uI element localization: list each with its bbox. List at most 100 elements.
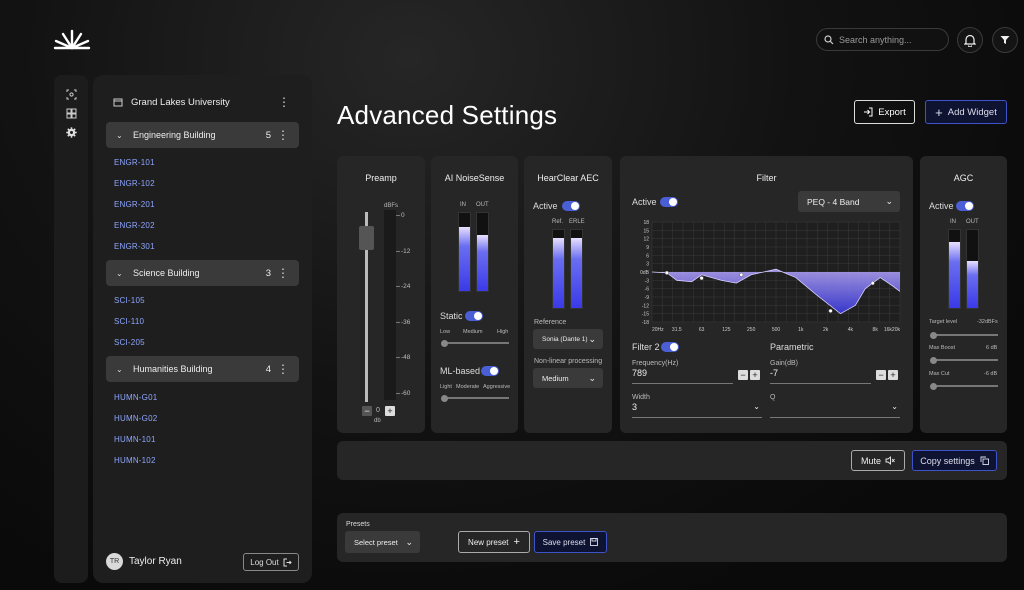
page-title: Advanced Settings: [337, 100, 558, 130]
org-header[interactable]: Grand Lakes University: [113, 95, 293, 109]
preamp-tick: [396, 286, 400, 287]
room-link[interactable]: ENGR-201: [114, 200, 155, 209]
frequency-field[interactable]: 789: [632, 368, 733, 384]
reference-select[interactable]: Sonia (Dante 1) ⌄: [533, 329, 603, 349]
eq-y-tick-label: 12: [643, 237, 649, 243]
eq-y-tick-label: -18: [642, 320, 649, 326]
bell-icon: [964, 34, 976, 47]
group-science[interactable]: ⌄ Science Building 3 ⋮: [106, 260, 299, 286]
logout-icon: [283, 558, 292, 566]
search-bar[interactable]: [816, 28, 949, 51]
org-name: Grand Lakes University: [131, 96, 230, 108]
agc-row-value: -6 dB: [984, 371, 998, 377]
group-more-icon[interactable]: ⋮: [277, 128, 289, 142]
static-slider-knob[interactable]: [441, 339, 448, 347]
scan-icon[interactable]: [63, 86, 79, 102]
room-link[interactable]: HUMN-102: [114, 456, 156, 465]
max-cut-slider[interactable]: [930, 382, 998, 390]
room-link[interactable]: HUMN-G01: [114, 393, 157, 402]
aec-active-label: Active: [533, 201, 558, 211]
gain-field[interactable]: -7: [770, 368, 871, 384]
user-profile[interactable]: TR Taylor Ryan: [106, 553, 182, 570]
logout-button[interactable]: Log Out: [243, 553, 299, 571]
group-count: 5: [265, 129, 271, 141]
room-link[interactable]: ENGR-101: [114, 158, 155, 167]
preamp-fader-handle[interactable]: [359, 226, 374, 250]
agc-active-toggle[interactable]: [956, 201, 974, 211]
preamp-tick: [396, 215, 400, 216]
search-input[interactable]: [839, 34, 939, 45]
target-level-slider[interactable]: [930, 331, 998, 339]
width-label: Width: [632, 394, 650, 401]
preset-select[interactable]: Select preset ⌄: [345, 531, 420, 553]
filter-icon: [1000, 36, 1010, 44]
noise-in-meter: [458, 212, 471, 292]
filter2-toggle[interactable]: [661, 342, 679, 352]
slider-knob[interactable]: [930, 331, 937, 339]
preamp-minus-button[interactable]: −: [362, 406, 372, 416]
ml-toggle[interactable]: [481, 366, 499, 376]
filter-active-toggle[interactable]: [660, 197, 678, 207]
settings-icon[interactable]: [63, 124, 79, 140]
width-select[interactable]: 3 ⌄: [632, 402, 762, 418]
slider-knob[interactable]: [930, 382, 937, 390]
aec-active-toggle[interactable]: [562, 201, 580, 211]
preamp-tick-label: -36: [401, 318, 411, 326]
room-link[interactable]: ENGR-102: [114, 179, 155, 188]
gain-label: Gain(dB): [770, 360, 799, 367]
static-toggle[interactable]: [465, 311, 483, 321]
export-button[interactable]: Export: [854, 100, 915, 124]
new-preset-button[interactable]: New preset +: [458, 531, 530, 553]
room-link[interactable]: ENGR-301: [114, 242, 155, 251]
eq-x-tick-label: 63: [699, 327, 705, 333]
chevron-down-icon: ⌄: [405, 536, 413, 547]
add-widget-button[interactable]: + Add Widget: [925, 100, 1007, 124]
eq-response-graph[interactable]: 1815129630dB-3-6-9-12-15-1820Hz 31.5 63 125…: [630, 218, 902, 336]
eq-x-tick-label: 31.5: [672, 327, 682, 333]
room-link[interactable]: SCI-110: [114, 317, 144, 326]
ml-slider-knob[interactable]: [441, 394, 448, 402]
q-select[interactable]: ⌄: [770, 402, 900, 418]
room-link[interactable]: ENGR-202: [114, 221, 155, 230]
frequency-minus-button[interactable]: −: [738, 370, 748, 380]
eq-y-tick-label: -6: [645, 287, 650, 293]
group-more-icon[interactable]: ⋮: [277, 362, 289, 376]
ml-slider[interactable]: [441, 394, 509, 402]
frequency-plus-button[interactable]: +: [750, 370, 760, 380]
max-boost-slider[interactable]: [930, 356, 998, 364]
save-preset-button[interactable]: Save preset: [534, 531, 607, 553]
copy-settings-button[interactable]: Copy settings: [912, 450, 997, 471]
frequency-value: 789: [632, 368, 648, 378]
nlp-label: Non-linear processing: [534, 358, 603, 365]
group-humanities[interactable]: ⌄ Humanities Building 4 ⋮: [106, 356, 299, 382]
agc-row-label: Max Boost: [929, 345, 955, 351]
eq-x-tick-label: 1k: [798, 327, 804, 333]
org-more-icon[interactable]: ⋮: [278, 95, 290, 109]
group-engineering[interactable]: ⌄ Engineering Building 5 ⋮: [106, 122, 299, 148]
preamp-tick-label: -48: [401, 354, 411, 361]
room-link[interactable]: SCI-105: [114, 296, 145, 305]
group-more-icon[interactable]: ⋮: [277, 266, 289, 280]
gain-plus-button[interactable]: +: [888, 370, 898, 380]
filter-active-label: Active: [632, 197, 657, 207]
dashboard-icon[interactable]: [63, 105, 79, 121]
notifications-button[interactable]: [957, 27, 983, 53]
room-link[interactable]: HUMN-101: [114, 435, 156, 444]
preamp-tick: [396, 250, 400, 252]
reference-value: Sonia (Dante 1): [542, 335, 588, 343]
mute-button[interactable]: Mute: [851, 450, 905, 471]
room-link[interactable]: HUMN-G02: [114, 414, 157, 423]
room-link[interactable]: SCI-205: [114, 338, 145, 347]
nlp-select[interactable]: Medium ⌄: [533, 368, 603, 388]
gain-minus-button[interactable]: −: [876, 370, 886, 380]
static-slider[interactable]: [441, 339, 509, 347]
eq-y-tick-label: 0dB: [640, 270, 650, 276]
preamp-tick-label: -60: [401, 389, 411, 397]
eq-x-tick-label: 4k: [848, 327, 854, 333]
eq-y-tick-label: 3: [646, 262, 649, 268]
filter-mode-select[interactable]: PEQ - 4 Band ⌄: [798, 191, 900, 212]
filter-button[interactable]: [992, 27, 1018, 53]
slider-knob[interactable]: [930, 356, 937, 364]
preamp-plus-button[interactable]: +: [385, 406, 395, 416]
eq-x-tick-label: 125: [722, 327, 731, 333]
